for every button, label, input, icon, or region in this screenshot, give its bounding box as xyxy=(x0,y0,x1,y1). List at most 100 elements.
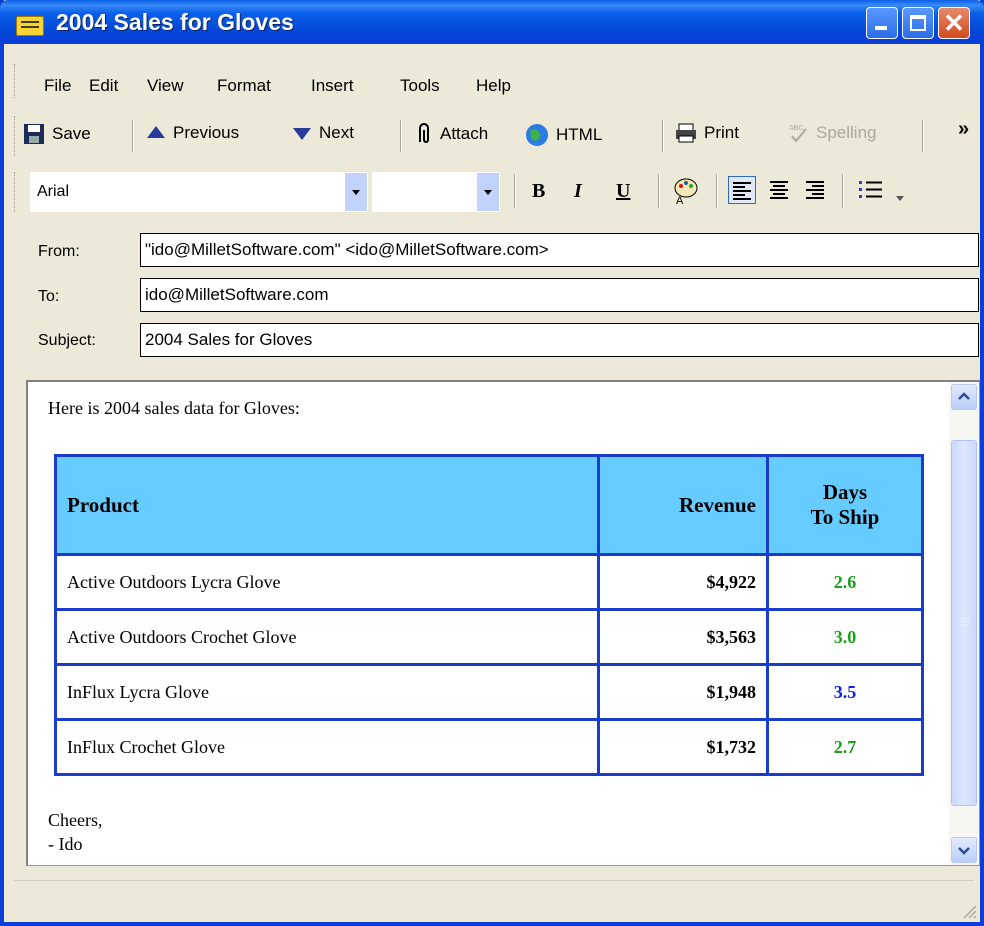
product-cell: InFlux Lycra Glove xyxy=(54,663,600,721)
bulleted-list-icon[interactable] xyxy=(856,176,886,202)
title-bar[interactable]: 2004 Sales for Gloves ✕ xyxy=(0,0,984,44)
resize-grip-icon[interactable] xyxy=(960,902,978,920)
closing-text: Cheers, xyxy=(48,810,103,830)
signature-text: - Ido xyxy=(48,834,83,854)
revenue-cell: $1,948 xyxy=(597,663,769,721)
status-bar xyxy=(14,880,974,915)
sales-table: Product Revenue Days To Ship Active Outd… xyxy=(54,454,924,776)
column-header-days: Days To Ship xyxy=(766,454,924,556)
formatbar-overflow-button[interactable] xyxy=(896,196,904,201)
toolbar-separator xyxy=(514,174,516,208)
days-cell: 2.6 xyxy=(766,553,924,611)
align-right-icon[interactable] xyxy=(802,176,828,202)
svg-text:A: A xyxy=(676,195,684,206)
menu-file[interactable]: File xyxy=(44,76,71,96)
message-icon xyxy=(16,16,44,36)
toolbar-separator xyxy=(662,120,664,152)
next-label: Next xyxy=(319,123,354,142)
font-name-value: Arial xyxy=(37,183,70,200)
next-button[interactable]: Next xyxy=(291,122,354,144)
product-cell: Active Outdoors Crochet Glove xyxy=(54,608,600,666)
table-row: Active Outdoors Lycra Glove $4,922 2.6 xyxy=(54,553,924,611)
print-label: Print xyxy=(704,123,739,142)
previous-label: Previous xyxy=(173,123,240,142)
table-row: Active Outdoors Crochet Glove $3,563 3.0 xyxy=(54,608,924,666)
printer-icon xyxy=(676,123,696,143)
menu-help[interactable]: Help xyxy=(476,76,511,96)
subject-field[interactable]: 2004 Sales for Gloves xyxy=(140,323,979,357)
font-name-combo[interactable]: Arial xyxy=(30,172,368,212)
print-button[interactable]: Print xyxy=(674,122,739,144)
previous-button[interactable]: Previous xyxy=(145,122,239,144)
menu-view[interactable]: View xyxy=(147,76,184,96)
attach-button[interactable]: Attach xyxy=(412,122,488,146)
align-left-icon[interactable] xyxy=(728,176,756,204)
chevron-down-icon[interactable] xyxy=(344,173,367,211)
overflow-label: » xyxy=(958,118,970,140)
up-arrow-icon xyxy=(147,126,165,138)
toolbar-separator xyxy=(400,120,402,152)
down-arrow-icon xyxy=(293,128,311,140)
column-header-product: Product xyxy=(54,454,600,556)
table-row: InFlux Crochet Glove $1,732 2.7 xyxy=(54,718,924,776)
font-size-combo[interactable] xyxy=(372,172,500,212)
product-cell: Active Outdoors Lycra Glove xyxy=(54,553,600,611)
menu-edit[interactable]: Edit xyxy=(89,76,118,96)
email-window: 2004 Sales for Gloves ✕ File Edit View F… xyxy=(0,0,984,926)
toolbar-separator xyxy=(132,120,134,152)
revenue-cell: $1,732 xyxy=(597,718,769,776)
italic-button[interactable]: I xyxy=(574,180,582,203)
svg-text:ABC: ABC xyxy=(789,125,803,132)
minimize-button[interactable] xyxy=(866,7,898,39)
column-header-revenue: Revenue xyxy=(597,454,769,556)
formatbar-grip[interactable] xyxy=(14,172,18,212)
toolbar-grip[interactable] xyxy=(14,116,18,156)
grip-lines-icon xyxy=(960,618,970,626)
chevron-down-icon[interactable] xyxy=(476,173,499,211)
days-cell: 3.0 xyxy=(766,608,924,666)
floppy-disk-icon xyxy=(24,124,44,144)
table-row: InFlux Lycra Glove $1,948 3.5 xyxy=(54,663,924,721)
revenue-cell: $4,922 xyxy=(597,553,769,611)
toolbar-overflow-button[interactable]: » xyxy=(958,118,969,141)
spellcheck-icon: ABC xyxy=(789,125,807,143)
maximize-button[interactable] xyxy=(902,7,934,39)
close-button[interactable]: ✕ xyxy=(938,7,970,39)
menu-insert[interactable]: Insert xyxy=(311,76,354,96)
column-header-days-line2: To Ship xyxy=(810,505,880,529)
font-color-palette-icon[interactable]: A xyxy=(672,176,700,206)
globe-icon xyxy=(526,124,548,146)
product-cell: InFlux Crochet Glove xyxy=(54,718,600,776)
message-body[interactable]: Here is 2004 sales data for Gloves: Prod… xyxy=(26,380,980,866)
toolbar-separator xyxy=(716,174,718,208)
align-center-icon[interactable] xyxy=(766,176,792,202)
spelling-label: Spelling xyxy=(816,123,877,142)
days-cell: 2.7 xyxy=(766,718,924,776)
attach-label: Attach xyxy=(440,124,489,143)
days-cell: 3.5 xyxy=(766,663,924,721)
chevron-up-icon xyxy=(958,392,970,400)
bold-button[interactable]: B xyxy=(532,180,545,203)
underline-button[interactable]: U xyxy=(616,180,630,203)
menubar-grip[interactable] xyxy=(14,64,18,98)
toolbar-separator xyxy=(842,174,844,208)
html-label: HTML xyxy=(556,125,603,144)
chevron-down-icon xyxy=(958,847,970,855)
scroll-up-button[interactable] xyxy=(951,384,977,410)
revenue-cell: $3,563 xyxy=(597,608,769,666)
html-button[interactable]: HTML xyxy=(524,122,602,148)
subject-label: Subject: xyxy=(38,332,96,349)
scroll-thumb[interactable] xyxy=(951,440,977,806)
vertical-scrollbar[interactable] xyxy=(949,382,979,865)
from-field[interactable]: "ido@MilletSoftware.com" <ido@MilletSoft… xyxy=(140,233,979,267)
table-header-row: Product Revenue Days To Ship xyxy=(54,454,924,556)
scroll-down-button[interactable] xyxy=(951,837,977,863)
spelling-button[interactable]: ABC Spelling xyxy=(788,122,877,144)
menu-format[interactable]: Format xyxy=(217,76,271,96)
to-field[interactable]: ido@MilletSoftware.com xyxy=(140,278,979,312)
paperclip-icon xyxy=(419,123,429,143)
menu-tools[interactable]: Tools xyxy=(400,76,440,96)
save-button[interactable]: Save xyxy=(22,122,91,146)
intro-text: Here is 2004 sales data for Gloves: xyxy=(48,398,300,418)
signature-block: Cheers, - Ido xyxy=(48,808,102,856)
